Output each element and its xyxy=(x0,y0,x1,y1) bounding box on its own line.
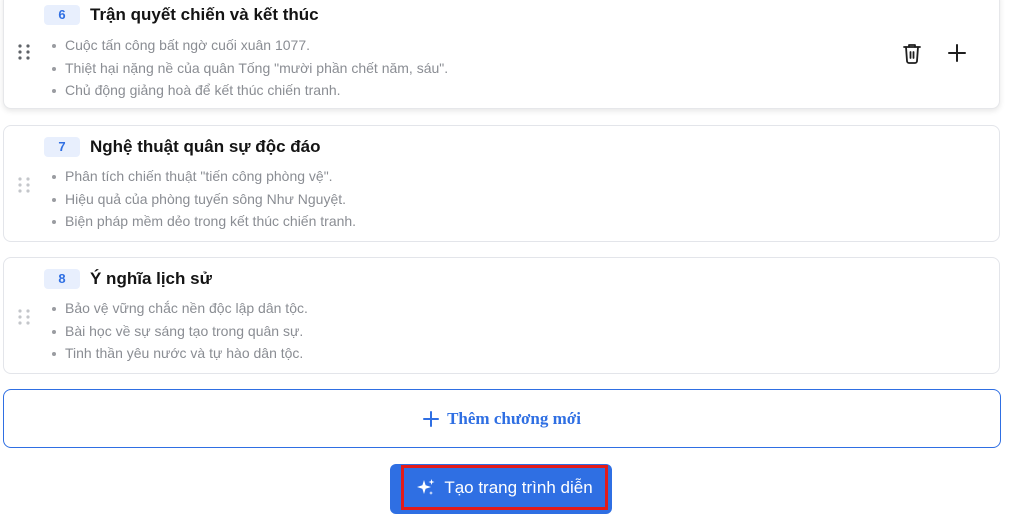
chapter-card[interactable]: 6 Trận quyết chiến và kết thúc Cuộc tấn … xyxy=(3,0,1000,109)
bullet-item[interactable]: Thiệt hại nặng nề của quân Tống "mười ph… xyxy=(52,57,448,80)
bullet-item[interactable]: Bài học về sự sáng tạo trong quân sự. xyxy=(52,320,308,343)
plus-icon xyxy=(423,410,440,427)
chapter-card[interactable]: 7 Nghệ thuật quân sự độc đáo Phân tích c… xyxy=(3,125,1000,242)
sparkle-icon xyxy=(416,478,436,498)
create-presentation-button[interactable]: Tạo trang trình diễn xyxy=(401,465,608,510)
chapter-card[interactable]: 8 Ý nghĩa lịch sử Bảo vệ vững chắc nền đ… xyxy=(3,257,1000,374)
outline-editor: 6 Trận quyết chiến và kết thúc Cuộc tấn … xyxy=(0,0,1013,517)
chapter-bullets: Cuộc tấn công bất ngờ cuối xuân 1077. Th… xyxy=(52,34,448,102)
chapter-bullets: Phân tích chiến thuật "tiến công phòng v… xyxy=(52,165,356,233)
bullet-item[interactable]: Bảo vệ vững chắc nền độc lập dân tộc. xyxy=(52,297,308,320)
add-chapter-button[interactable]: Thêm chương mới xyxy=(3,389,1001,448)
trash-icon[interactable] xyxy=(900,41,924,65)
drag-handle-icon[interactable] xyxy=(17,176,31,194)
chapter-number: 8 xyxy=(44,269,80,289)
plus-icon[interactable] xyxy=(945,41,969,65)
create-presentation-label: Tạo trang trình diễn xyxy=(444,477,593,497)
bullet-item[interactable]: Tinh thần yêu nước và tự hào dân tộc. xyxy=(52,342,308,365)
bullet-item[interactable]: Cuộc tấn công bất ngờ cuối xuân 1077. xyxy=(52,34,448,57)
add-chapter-label: Thêm chương mới xyxy=(447,408,581,428)
drag-handle-icon[interactable] xyxy=(17,43,31,61)
chapter-title[interactable]: Ý nghĩa lịch sử xyxy=(90,269,212,289)
chapter-title[interactable]: Nghệ thuật quân sự độc đáo xyxy=(90,137,320,157)
chapter-number: 7 xyxy=(44,137,80,157)
chapter-title[interactable]: Trận quyết chiến và kết thúc xyxy=(90,5,319,25)
bullet-item[interactable]: Hiệu quả của phòng tuyến sông Như Nguyệt… xyxy=(52,188,356,211)
drag-handle-icon[interactable] xyxy=(17,308,31,326)
bullet-item[interactable]: Biện pháp mềm dẻo trong kết thúc chiến t… xyxy=(52,210,356,233)
chapter-number: 6 xyxy=(44,5,80,25)
bullet-item[interactable]: Chủ động giảng hoà để kết thúc chiến tra… xyxy=(52,79,448,102)
chapter-bullets: Bảo vệ vững chắc nền độc lập dân tộc. Bà… xyxy=(52,297,308,365)
bullet-item[interactable]: Phân tích chiến thuật "tiến công phòng v… xyxy=(52,165,356,188)
